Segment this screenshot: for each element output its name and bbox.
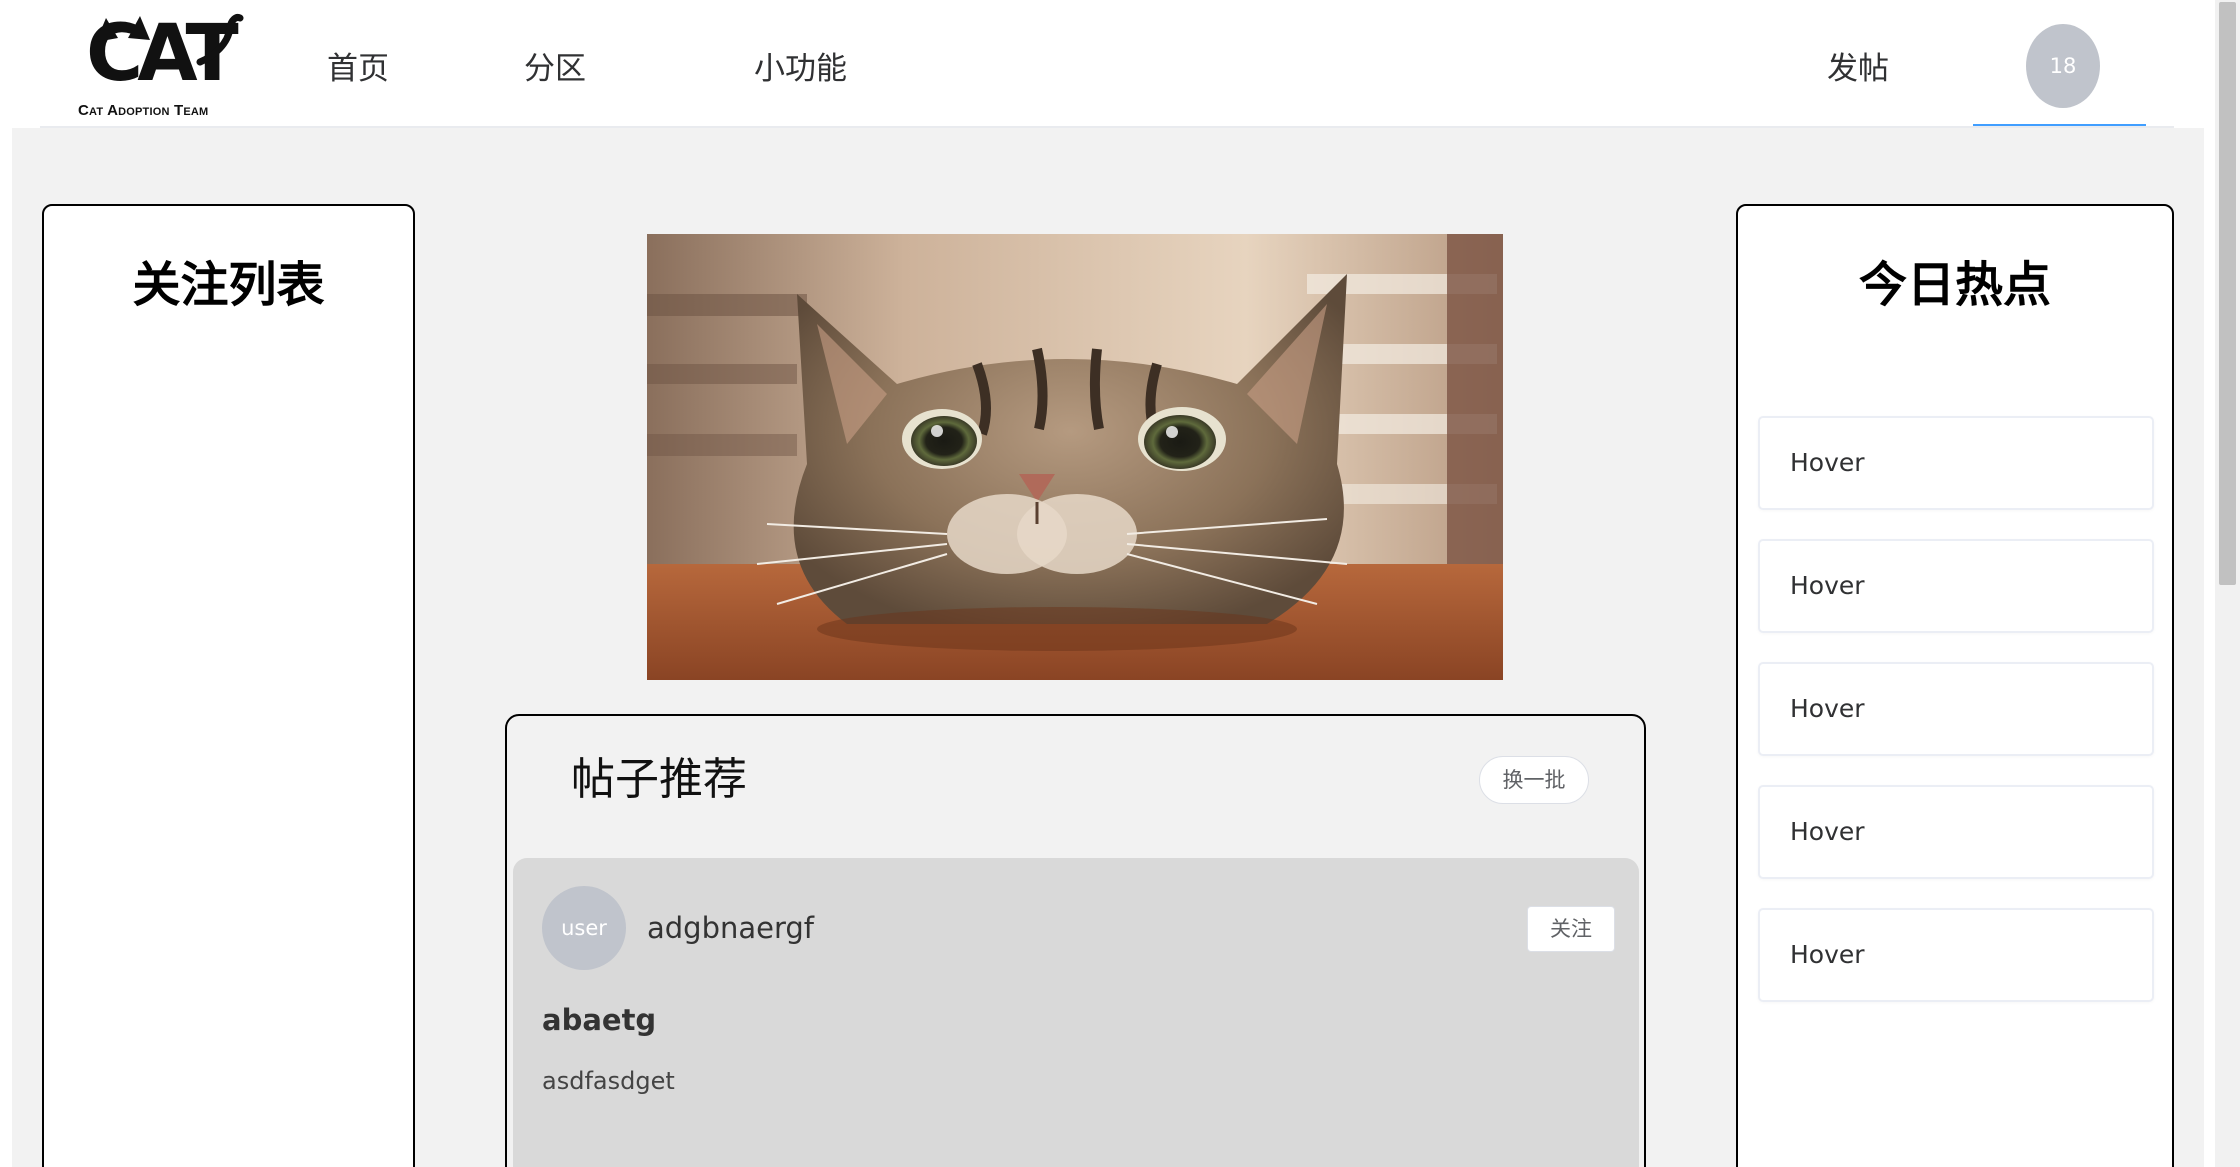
hot-item[interactable]: Hover bbox=[1758, 539, 2154, 633]
nav-home[interactable]: 首页 bbox=[327, 44, 389, 94]
scrollbar-thumb[interactable] bbox=[2219, 2, 2236, 585]
nav-sections[interactable]: 分区 bbox=[524, 44, 586, 94]
follow-button[interactable]: 关注 bbox=[1527, 906, 1615, 952]
hot-item[interactable]: Hover bbox=[1758, 662, 2154, 756]
hot-item[interactable]: Hover bbox=[1758, 416, 2154, 510]
hot-today-title: 今日热点 bbox=[1858, 257, 2051, 313]
hot-item[interactable]: Hover bbox=[1758, 908, 2154, 1002]
cat-photo-icon bbox=[647, 234, 1503, 680]
top-navbar: CAT Cat Adoption Team 首页 分区 小功能 发帖 18 bbox=[0, 0, 2215, 128]
follow-list-panel: 关注列表 bbox=[42, 204, 415, 1167]
recommended-posts-title: 帖子推荐 bbox=[571, 754, 747, 805]
post-title[interactable]: abaetg bbox=[542, 1000, 656, 1040]
cat-ears-icon bbox=[96, 16, 150, 42]
post-author-avatar[interactable]: user bbox=[542, 886, 626, 970]
post-excerpt: asdfasdget bbox=[542, 1067, 675, 1095]
cat-tail-icon bbox=[196, 14, 244, 66]
nav-new-post[interactable]: 发帖 bbox=[1827, 44, 1889, 94]
post-card[interactable]: user adgbnaergf 关注 abaetg asdfasdget bbox=[513, 858, 1639, 1167]
post-author-name[interactable]: adgbnaergf bbox=[647, 908, 814, 948]
nav-tools[interactable]: 小功能 bbox=[754, 44, 847, 94]
logo-subtitle: Cat Adoption Team bbox=[78, 102, 209, 119]
recommended-posts-panel: 帖子推荐 换一批 user adgbnaergf 关注 abaetg asdfa… bbox=[505, 714, 1646, 1167]
cat-adoption-team-logo[interactable]: CAT Cat Adoption Team bbox=[76, 10, 244, 126]
page-scrollbar[interactable] bbox=[2215, 0, 2240, 1167]
hot-item[interactable]: Hover bbox=[1758, 785, 2154, 879]
cat-banner-image bbox=[647, 234, 1503, 680]
follow-list-title: 关注列表 bbox=[132, 257, 325, 313]
hot-today-panel: 今日热点 Hover Hover Hover Hover Hover bbox=[1736, 204, 2174, 1167]
refresh-batch-button[interactable]: 换一批 bbox=[1479, 756, 1589, 804]
user-avatar[interactable]: 18 bbox=[2026, 24, 2100, 108]
